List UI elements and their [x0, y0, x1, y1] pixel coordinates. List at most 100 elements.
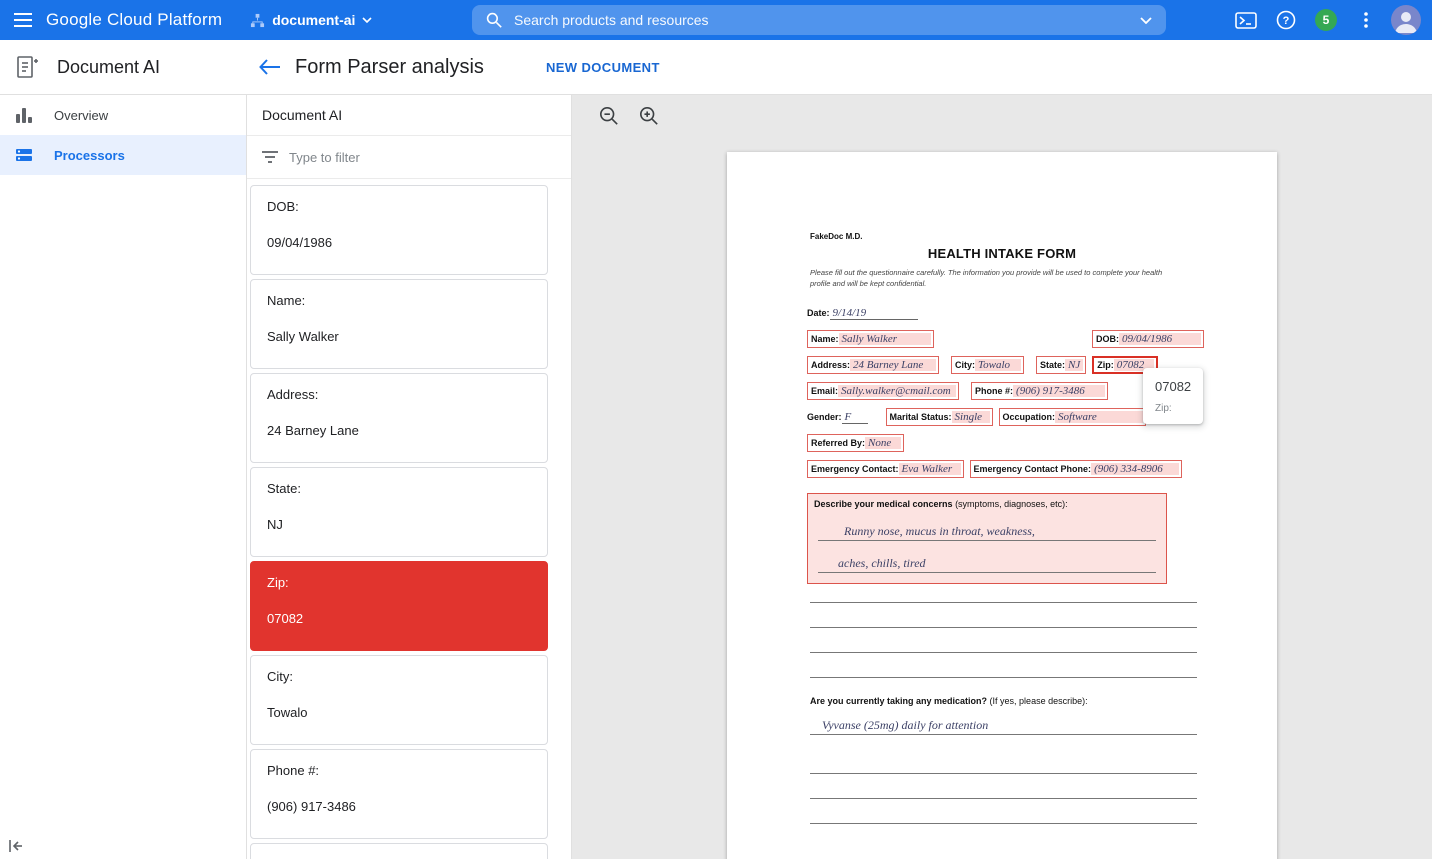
blank-line: [810, 652, 1197, 653]
emergency-label: Emergency Contact:: [811, 464, 899, 474]
entity-highlight-occupation[interactable]: Occupation: Software: [999, 408, 1147, 426]
sidebar-item-overview[interactable]: Overview: [0, 95, 246, 135]
sidebar-item-processors[interactable]: Processors: [0, 135, 246, 175]
address-label: Address:: [811, 360, 850, 370]
chevron-down-icon: [362, 17, 372, 23]
tooltip-value: 07082: [1155, 379, 1191, 394]
doc-intro-line1: Please fill out the questionnaire carefu…: [810, 268, 1123, 277]
sidebar-item-label: Processors: [54, 148, 125, 163]
doc-title: HEALTH INTAKE FORM: [760, 246, 1244, 261]
new-document-button[interactable]: NEW DOCUMENT: [546, 60, 660, 75]
concerns-question: Describe your medical concerns (symptoms…: [814, 499, 1160, 509]
row-name-dob: Name: Sally Walker DOB: 09/04/1986: [807, 330, 1204, 348]
main-content: Overview Processors Document AI DOB: 09/…: [0, 95, 1432, 859]
entity-value: 07082: [267, 611, 531, 626]
zoom-out-icon[interactable]: [599, 106, 619, 126]
entity-card-partial[interactable]: [250, 843, 548, 859]
search-chevron-down-icon[interactable]: [1140, 17, 1152, 24]
entity-highlight-address[interactable]: Address: 24 Barney Lane: [807, 356, 939, 374]
filter-input[interactable]: [289, 150, 571, 165]
blank-line: [810, 602, 1197, 603]
collapse-sidebar-icon[interactable]: [8, 839, 24, 853]
topbar-actions: ? 5: [1226, 0, 1432, 40]
kebab-menu-icon[interactable]: [1346, 0, 1386, 40]
page-header: Document AI Form Parser analysis NEW DOC…: [0, 40, 1432, 95]
entity-highlight-name[interactable]: Name: Sally Walker: [807, 330, 934, 348]
back-arrow-icon[interactable]: [259, 59, 281, 75]
doc-intro: Please fill out the questionnaire carefu…: [810, 267, 1182, 289]
global-search[interactable]: [472, 5, 1166, 35]
medication-line: Vyvanse (25mg) daily for attention: [810, 716, 1197, 735]
help-icon[interactable]: ?: [1266, 0, 1306, 40]
viewer-toolbar: [572, 95, 1432, 137]
notifications-badge[interactable]: 5: [1306, 0, 1346, 40]
project-icon: [250, 13, 265, 28]
entity-value: Towalo: [267, 705, 531, 720]
emergency-phone-handwriting: (906) 334-8906: [1091, 463, 1179, 475]
overview-icon: [15, 106, 33, 124]
entity-highlight-email[interactable]: Email: Sally.walker@cmail.com: [807, 382, 959, 400]
row-emergency: Emergency Contact: Eva Walker Emergency …: [807, 460, 1204, 478]
entity-card-zip-selected[interactable]: Zip: 07082: [250, 561, 548, 651]
hamburger-menu-icon[interactable]: [0, 0, 46, 40]
notification-count: 5: [1315, 9, 1337, 31]
document-canvas[interactable]: FakeDoc M.D. HEALTH INTAKE FORM Please f…: [572, 137, 1432, 859]
tooltip-label: Zip:: [1155, 403, 1191, 414]
document-ai-icon: [14, 54, 40, 80]
entity-highlight-state[interactable]: State: NJ: [1036, 356, 1086, 374]
entity-value: NJ: [267, 517, 531, 532]
entity-card-dob[interactable]: DOB: 09/04/1986: [250, 185, 548, 275]
entities-panel: Document AI DOB: 09/04/1986 Name: Sally …: [247, 95, 572, 859]
entity-card-name[interactable]: Name: Sally Walker: [250, 279, 548, 369]
entity-highlight-medical-concerns[interactable]: Describe your medical concerns (symptoms…: [807, 493, 1167, 584]
concerns-line-2: aches, chills, tired: [818, 554, 1156, 573]
date-handwriting: 9/14/19: [830, 307, 918, 320]
entity-card-address[interactable]: Address: 24 Barney Lane: [250, 373, 548, 463]
entity-highlight-emergency-contact[interactable]: Emergency Contact: Eva Walker: [807, 460, 964, 478]
concerns-handwriting-1: Runny nose, mucus in throat, weakness,: [818, 524, 1038, 539]
phone-label: Phone #:: [975, 386, 1013, 396]
scanned-form: FakeDoc M.D. HEALTH INTAKE FORM Please f…: [727, 152, 1277, 824]
row-date: Date: 9/14/19: [807, 304, 1204, 322]
blank-line: [810, 798, 1197, 799]
entity-value: Sally Walker: [267, 329, 531, 344]
cloud-shell-icon[interactable]: [1226, 0, 1266, 40]
entity-highlight-city[interactable]: City: Towalo: [951, 356, 1024, 374]
gcp-logo[interactable]: Google Cloud Platform: [46, 10, 222, 30]
entity-label: DOB:: [267, 199, 531, 214]
entity-highlight-dob[interactable]: DOB: 09/04/1986: [1092, 330, 1204, 348]
blank-line: [810, 773, 1197, 774]
entity-highlight-phone[interactable]: Phone #: (906) 917-3486: [971, 382, 1108, 400]
referred-label: Referred By:: [811, 438, 865, 448]
search-icon: [486, 12, 502, 28]
occupation-handwriting: Software: [1055, 411, 1143, 423]
search-input[interactable]: [514, 12, 1128, 28]
top-app-bar: Google Cloud Platform document-ai ? 5: [0, 0, 1432, 40]
concerns-handwriting-2: aches, chills, tired: [818, 556, 929, 571]
entity-label: Phone #:: [267, 763, 531, 778]
project-selector[interactable]: document-ai: [250, 12, 372, 28]
entity-card-phone[interactable]: Phone #: (906) 917-3486: [250, 749, 548, 839]
emergency-phone-label: Emergency Contact Phone:: [974, 464, 1092, 474]
state-label: State:: [1040, 360, 1065, 370]
account-avatar[interactable]: [1386, 0, 1426, 40]
zoom-in-icon[interactable]: [639, 106, 659, 126]
entity-label: Zip:: [267, 575, 531, 590]
medication-question-rest: (If yes, please describe):: [987, 696, 1088, 706]
date-label: Date:: [807, 308, 830, 318]
phone-handwriting: (906) 917-3486: [1013, 385, 1105, 397]
entity-highlight-referred[interactable]: Referred By: None: [807, 434, 904, 452]
blank-line: [810, 627, 1197, 628]
product-header: Document AI: [0, 54, 247, 80]
left-nav: Overview Processors: [0, 95, 247, 859]
page-title: Form Parser analysis: [295, 56, 484, 79]
row-referred: Referred By: None: [807, 434, 1204, 452]
marital-label: Marital Status:: [890, 412, 952, 422]
referred-handwriting: None: [865, 437, 901, 449]
entity-highlight-marital[interactable]: Marital Status: Single: [886, 408, 993, 426]
state-handwriting: NJ: [1065, 359, 1083, 371]
entity-card-state[interactable]: State: NJ: [250, 467, 548, 557]
entity-highlight-emergency-phone[interactable]: Emergency Contact Phone: (906) 334-8906: [970, 460, 1183, 478]
entity-card-city[interactable]: City: Towalo: [250, 655, 548, 745]
concerns-line-1: Runny nose, mucus in throat, weakness,: [818, 522, 1156, 541]
